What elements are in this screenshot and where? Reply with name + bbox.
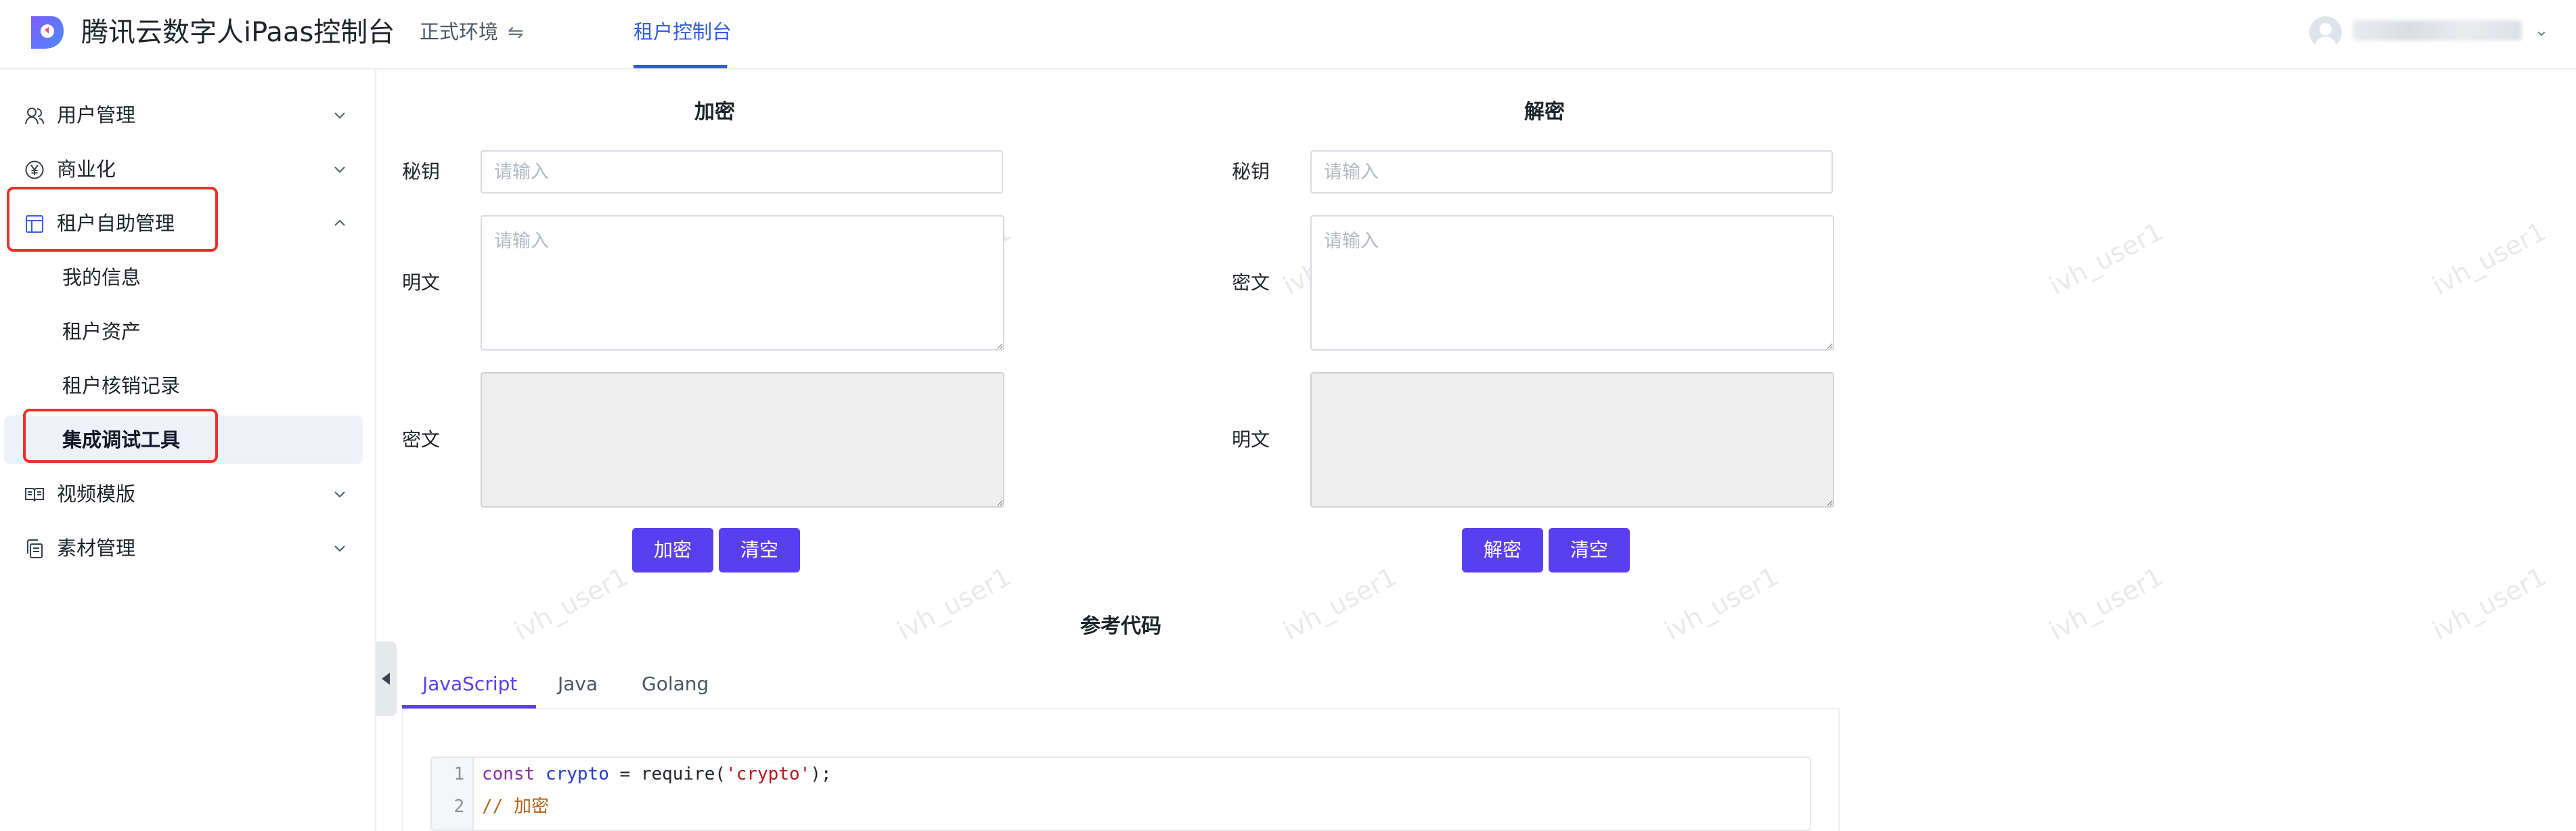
sidebar-item-label: 商业化 [57,158,116,181]
encrypt-title: 加密 [694,100,735,124]
watermark: ivh_user1 [2427,216,2551,301]
sidebar-collapse-handle[interactable] [376,642,397,716]
environment-label: 正式环境 [420,20,499,43]
decrypt-button[interactable]: 解密 [1462,528,1543,572]
decrypt-ciphertext-input[interactable] [1310,215,1834,351]
watermark: ivh_user1 [2044,561,2168,646]
caret-left-icon [382,673,390,685]
encrypt-key-input[interactable] [481,150,1003,194]
decrypt-ciphertext-label: 密文 [1232,271,1270,294]
decrypt-clear-button[interactable]: 清空 [1549,528,1630,572]
watermark: ivh_user1 [509,561,633,646]
reference-code-title: 参考代码 [1080,614,1161,638]
line-number: 2 [453,796,464,817]
encrypt-ciphertext-output[interactable] [481,372,1004,508]
code-line: // 加密 [482,790,549,823]
line-number-gutter: 1 2 [432,758,474,830]
sidebar-subitem-label: 租户核销记录 [62,374,181,397]
chevron-down-icon[interactable]: ⌄ [2534,20,2549,41]
sidebar-item-user-management[interactable]: 用户管理 [0,91,376,139]
chevron-down-icon [334,545,345,552]
encrypt-ciphertext-label: 密文 [402,428,441,451]
sidebar-subitem-my-info[interactable]: 我的信息 [4,253,363,302]
encrypt-plaintext-input[interactable] [481,215,1004,351]
sidebar-subitem-label: 租户资产 [62,320,141,343]
sidebar-subitem-tenant-assets[interactable]: 租户资产 [4,307,363,356]
top-header: 腾讯云数字人iPaas控制台 正式环境 ⇋ 租户控制台 ⌄ [0,0,2576,69]
decrypt-plaintext-output[interactable] [1310,372,1834,508]
code-editor[interactable]: 1 2 const crypto = require('crypto'); //… [430,757,1811,831]
copy-icon [27,539,43,558]
decrypt-key-input[interactable] [1310,150,1833,194]
code-line: const crypto = require('crypto'); [482,758,832,790]
code-operator: = require( [608,764,726,784]
sidebar-item-material-management[interactable]: 素材管理 [0,524,376,572]
users-icon [25,108,44,125]
encrypt-plaintext-label: 明文 [402,271,441,294]
book-open-icon [25,488,44,502]
encrypt-key-label: 秘钥 [402,160,441,183]
watermark: ivh_user1 [2427,561,2551,646]
highlight-box-tenant-menu [7,187,218,252]
active-code-tab-indicator [402,705,536,709]
decrypt-plaintext-label: 明文 [1232,428,1270,451]
watermark: ivh_user1 [892,561,1016,646]
active-tab-indicator [634,65,727,68]
sidebar-subitem-label: 我的信息 [62,266,141,289]
app-title: 腾讯云数字人iPaas控制台 [81,17,395,48]
code-language-tabs: JavaScript Java Golang [402,667,1840,709]
watermark: ivh_user1 [1660,561,1783,646]
app-logo-icon[interactable] [24,11,68,54]
avatar[interactable] [2309,16,2342,49]
watermark: ivh_user1 [2044,216,2168,301]
code-string: 'crypto' [726,764,811,784]
line-number: 1 [453,764,464,784]
blurred-username[interactable] [2353,20,2522,41]
sidebar-subitem-writeoff-records[interactable]: 租户核销记录 [4,361,363,410]
code-comment: // 加密 [482,796,549,817]
tab-javascript[interactable]: JavaScript [422,667,517,709]
tab-golang[interactable]: Golang [642,667,709,709]
watermark: ivh_user1 [1278,561,1402,646]
sidebar-item-label: 素材管理 [57,537,136,560]
sidebar-item-video-templates[interactable]: 视频模版 [0,470,376,518]
sidebar-item-label: 视频模版 [57,482,136,506]
highlight-box-debug-tool [23,409,218,463]
code-identifier: crypto [545,764,609,784]
code-punctuation: ); [810,764,832,784]
code-keyword: const [482,764,535,784]
chevron-down-icon [334,112,345,119]
decrypt-key-label: 秘钥 [1232,160,1270,183]
decrypt-title: 解密 [1524,100,1565,124]
sidebar-item-label: 用户管理 [57,104,136,127]
tab-java[interactable]: Java [558,667,598,709]
chevron-up-icon [334,219,345,226]
chevron-down-icon [334,491,345,498]
yen-circle-icon [25,160,44,179]
encrypt-clear-button[interactable]: 清空 [719,528,800,572]
tab-tenant-console[interactable]: 租户控制台 [634,18,732,46]
environment-switcher[interactable]: 正式环境 ⇋ [420,18,523,47]
swap-icon: ⇋ [508,21,524,43]
encrypt-button[interactable]: 加密 [632,528,713,572]
chevron-down-icon [334,166,345,173]
